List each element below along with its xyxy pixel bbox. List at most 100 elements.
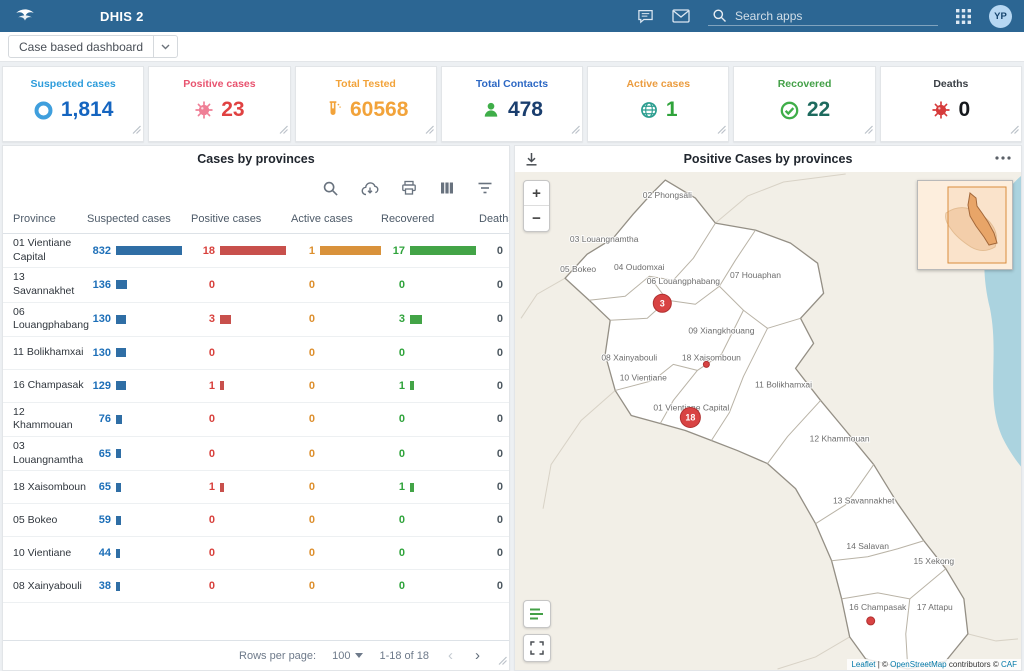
resize-handle-icon[interactable] — [425, 121, 434, 139]
kpi-card-title: Suspected cases — [31, 78, 116, 90]
recovered-bar — [410, 381, 414, 390]
kpi-card-total-tested[interactable]: Total Tested60568 — [295, 66, 437, 142]
recovered-cell: 0 — [381, 413, 479, 425]
avatar[interactable]: YP — [989, 5, 1012, 28]
search-icon[interactable] — [322, 180, 339, 197]
deaths-value: 0 — [479, 514, 503, 526]
table-row[interactable]: 11 Bolikhamxai1300000 — [3, 337, 509, 370]
kpi-card-suspected-cases[interactable]: Suspected cases1,814 — [2, 66, 144, 142]
kpi-card-active-cases[interactable]: Active cases1 — [587, 66, 729, 142]
resize-handle-icon[interactable] — [717, 121, 726, 139]
recovered-cell: 0 — [381, 547, 479, 559]
fullscreen-button[interactable] — [523, 634, 551, 662]
resize-handle-icon[interactable] — [498, 656, 507, 668]
resize-handle-icon[interactable] — [1010, 121, 1019, 139]
suspected-cell: 65 — [87, 481, 191, 493]
table-row[interactable]: 03 Louangnamtha650000 — [3, 437, 509, 471]
columns-icon[interactable] — [439, 180, 455, 196]
case-marker[interactable] — [703, 361, 709, 367]
positive-cell: 0 — [191, 580, 291, 592]
kpi-card-title: Total Contacts — [476, 78, 548, 90]
case-marker[interactable] — [867, 617, 875, 625]
deaths-cell: 0 — [479, 380, 509, 392]
rows-per-page-select[interactable]: 100 — [332, 650, 363, 662]
suspected-bar — [116, 516, 121, 525]
attribution-text: | © — [876, 660, 891, 669]
recovered-value: 1 — [381, 380, 405, 392]
case-marker[interactable]: 18 — [680, 407, 700, 427]
zoom-in-button[interactable]: + — [524, 181, 549, 206]
table-row[interactable]: 16 Champasak1291010 — [3, 370, 509, 403]
osm-link[interactable]: OpenStreetMap — [890, 660, 946, 669]
kpi-cards-row: Suspected cases1,814Positive cases23Tota… — [0, 62, 1024, 145]
kpi-card-title: Positive cases — [183, 78, 255, 90]
column-header[interactable]: Province — [3, 213, 87, 225]
table-row[interactable]: 13 Savannakhet1360000 — [3, 268, 509, 302]
app-search[interactable] — [708, 6, 938, 26]
column-header[interactable]: Active cases — [291, 213, 381, 225]
next-page-button[interactable]: › — [472, 648, 483, 663]
leaflet-link[interactable]: Leaflet — [851, 660, 875, 669]
apps-grid-icon[interactable] — [956, 9, 971, 24]
column-header[interactable]: Deaths — [479, 213, 510, 225]
dashboard-selector[interactable]: Case based dashboard — [8, 35, 178, 58]
legend-button[interactable] — [523, 600, 551, 628]
table-row[interactable]: 12 Khammouan760000 — [3, 403, 509, 437]
column-header[interactable]: Suspected cases — [87, 213, 191, 225]
table-row[interactable]: 18 Xaisomboun651010 — [3, 471, 509, 504]
zoom-out-button[interactable]: − — [524, 206, 549, 231]
download-icon[interactable] — [525, 152, 538, 166]
kpi-card-deaths[interactable]: Deaths0 — [880, 66, 1022, 142]
province-label: 05 Bokeo — [560, 264, 596, 274]
province-name: 11 Bolikhamxai — [3, 346, 87, 360]
deaths-value: 0 — [479, 481, 503, 493]
filter-icon[interactable] — [477, 181, 493, 195]
search-apps-input[interactable] — [735, 9, 934, 23]
province-label: 14 Salavan — [846, 541, 889, 551]
print-icon[interactable] — [401, 180, 417, 196]
mini-map[interactable] — [917, 180, 1013, 270]
column-header[interactable]: Recovered — [381, 213, 479, 225]
table-row[interactable]: 01 Vientiane Capital832181170 — [3, 234, 509, 268]
mail-icon[interactable] — [672, 9, 690, 23]
table-row[interactable]: 06 Louangphabang1303030 — [3, 303, 509, 337]
kpi-card-recovered[interactable]: Recovered22 — [733, 66, 875, 142]
more-options-icon[interactable] — [995, 156, 1011, 160]
positive-bar — [220, 315, 231, 324]
case-marker[interactable]: 3 — [653, 294, 671, 312]
chevron-down-icon[interactable] — [153, 36, 177, 57]
active-value: 0 — [291, 514, 315, 526]
recovered-value: 0 — [381, 347, 405, 359]
column-header[interactable]: Positive cases — [191, 213, 291, 225]
resize-handle-icon[interactable] — [132, 121, 141, 139]
suspected-bar — [116, 280, 127, 289]
recovered-bar — [410, 246, 476, 255]
table-row[interactable]: 08 Xainyabouli380000 — [3, 570, 509, 603]
positive-bar — [220, 483, 224, 492]
table-row[interactable]: 10 Vientiane440000 — [3, 537, 509, 570]
province-label: 15 Xekong — [913, 556, 954, 566]
chat-icon[interactable] — [637, 8, 654, 25]
table-row[interactable]: 05 Bokeo590000 — [3, 504, 509, 537]
resize-handle-icon[interactable] — [279, 121, 288, 139]
caf-link[interactable]: CAF — [1001, 660, 1017, 669]
positive-cell: 0 — [191, 514, 291, 526]
province-name: 16 Champasak — [3, 379, 87, 393]
deaths-cell: 0 — [479, 347, 509, 359]
kpi-card-total-contacts[interactable]: Total Contacts478 — [441, 66, 583, 142]
deaths-value: 0 — [479, 380, 503, 392]
suspected-value: 59 — [87, 514, 111, 526]
deaths-value: 0 — [479, 279, 503, 291]
positive-cell: 18 — [191, 245, 291, 257]
deaths-cell: 0 — [479, 580, 509, 592]
resize-handle-icon[interactable] — [864, 121, 873, 139]
dhis2-logo-icon[interactable] — [12, 3, 38, 29]
resize-handle-icon[interactable] — [571, 121, 580, 139]
map-canvas[interactable]: 02 Phongsali03 Louangnamtha05 Bokeo04 Ou… — [515, 172, 1021, 670]
prev-page-button[interactable]: ‹ — [445, 648, 456, 663]
table-toolbar — [3, 172, 509, 204]
suspected-bar — [116, 348, 126, 357]
suspected-bar — [116, 415, 122, 424]
kpi-card-positive-cases[interactable]: Positive cases23 — [148, 66, 290, 142]
download-icon[interactable] — [361, 181, 379, 196]
